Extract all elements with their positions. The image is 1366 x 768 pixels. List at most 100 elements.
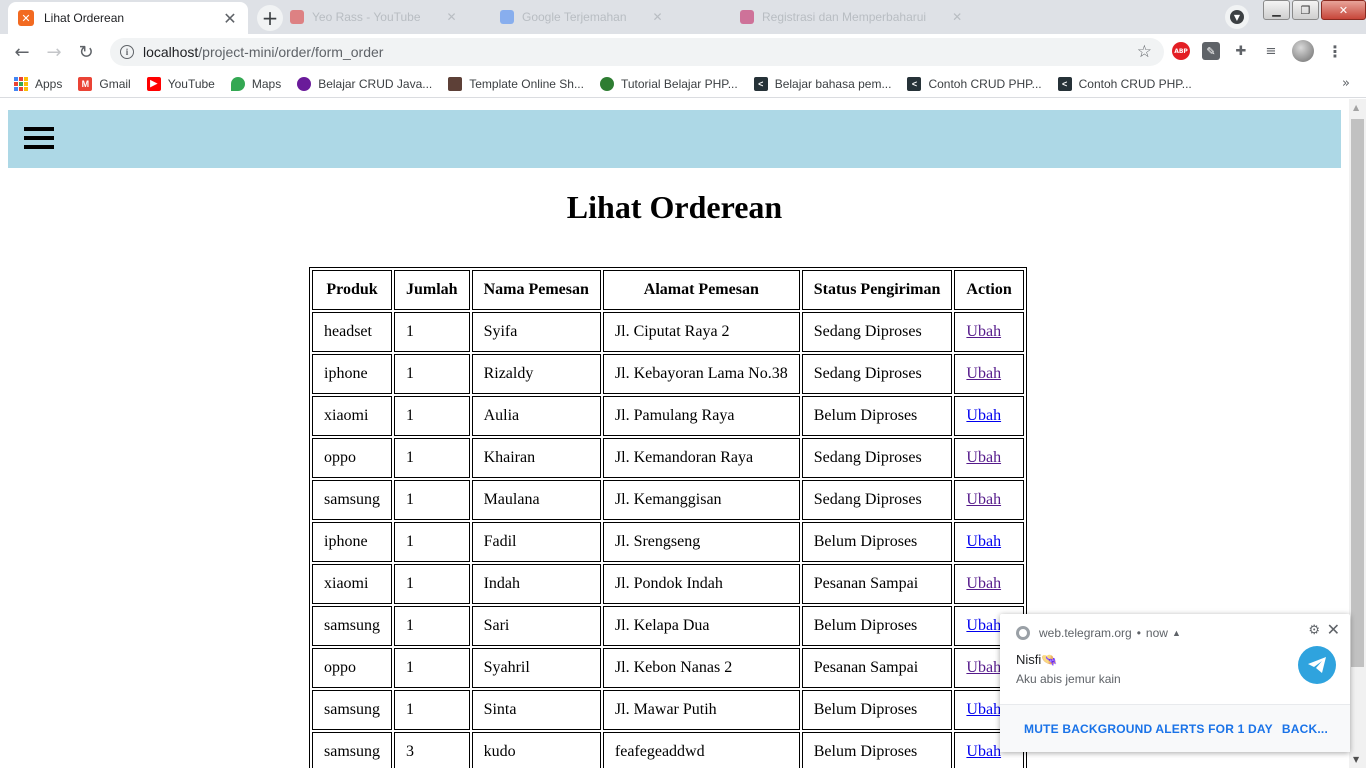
address-bar[interactable]: i localhost/project-mini/order/form_orde… [110, 38, 1164, 66]
bookmark-contoh-crud[interactable]: < Contoh CRUD PHP... [1057, 76, 1192, 91]
profile-avatar[interactable] [1292, 40, 1314, 62]
url-path: /project-mini/order/form_order [198, 44, 384, 60]
codepolitan-icon: < [753, 76, 768, 91]
site-icon [297, 76, 312, 91]
cell-action: Ubah [954, 354, 1024, 394]
cell-alamat-pemesan: Jl. Ciputat Raya 2 [602, 312, 800, 352]
background-tab[interactable]: Yeo Rass - YouTube ✕ [290, 8, 457, 26]
adblock-plus-icon[interactable]: ABP [1172, 42, 1190, 60]
tab-close-icon[interactable]: ✕ [447, 10, 457, 24]
emoji-icon: 👒 [1041, 652, 1058, 667]
kebab-menu-icon[interactable]: ⋮ [1326, 42, 1344, 61]
chevron-up-icon[interactable]: ▲ [1172, 628, 1181, 638]
cell-nama-pemesan: Indah [471, 564, 601, 604]
cell-action: Ubah [954, 480, 1024, 520]
cell-status-pengiriman: Pesanan Sampai [801, 564, 953, 604]
maximize-button[interactable]: ❐ [1292, 0, 1319, 20]
notification-actions: MUTE BACKGROUND ALERTS FOR 1 DAY BACK... [1000, 704, 1350, 752]
scroll-down-arrow-icon[interactable]: ▼ [1353, 755, 1359, 764]
ubah-link[interactable]: Ubah [966, 701, 1001, 718]
gear-icon[interactable]: ⚙ [1308, 622, 1320, 638]
bookmark-template[interactable]: Template Online Sh... [448, 76, 584, 91]
new-tab-button[interactable]: + [257, 5, 283, 31]
ubah-link[interactable]: Ubah [966, 743, 1001, 760]
tab-close-icon[interactable]: ✕ [653, 10, 663, 24]
ubah-link[interactable]: Ubah [966, 491, 1001, 508]
site-navbar [8, 110, 1341, 168]
pen-extension-icon[interactable]: ✎ [1202, 42, 1220, 60]
table-row: samsung 1 Maulana Jl. Kemanggisan Sedang Dip… [312, 480, 1024, 520]
table-row: headset 1 Syifa Jl. Ciputat Raya 2 Sedang Di… [312, 312, 1024, 352]
cell-status-pengiriman: Sedang Diproses [801, 312, 953, 352]
gmail-icon: M [78, 76, 93, 91]
info-icon[interactable]: i [120, 45, 134, 59]
bookmark-crud-java[interactable]: Belajar CRUD Java... [297, 76, 432, 91]
cell-jumlah: 1 [394, 480, 470, 520]
media-control-icon[interactable]: ≡ [1262, 42, 1280, 60]
ubah-link[interactable]: Ubah [966, 365, 1001, 382]
bookmark-maps[interactable]: Maps [230, 76, 281, 91]
ubah-link[interactable]: Ubah [966, 449, 1001, 466]
scroll-up-arrow-icon[interactable]: ▲ [1353, 103, 1359, 112]
bookmark-gmail[interactable]: M Gmail [78, 76, 131, 91]
ubah-link[interactable]: Ubah [966, 533, 1001, 550]
cell-alamat-pemesan: Jl. Pamulang Raya [602, 396, 800, 436]
chevron-right-icon[interactable]: » [1342, 76, 1350, 91]
bookmark-label: Contoh CRUD PHP... [1078, 76, 1192, 91]
vertical-scrollbar[interactable]: ▲ ▼ [1349, 99, 1366, 768]
site-icon [448, 76, 463, 91]
background-tab[interactable]: Registrasi dan Memperbaharui ✕ [740, 8, 962, 26]
bookmark-contoh-crud[interactable]: < Contoh CRUD PHP... [907, 76, 1042, 91]
cell-produk: samsung [312, 606, 392, 646]
back-button[interactable]: BACK... [1282, 722, 1328, 736]
cell-jumlah: 1 [394, 312, 470, 352]
cell-produk: headset [312, 312, 392, 352]
cell-nama-pemesan: Rizaldy [471, 354, 601, 394]
ubah-link[interactable]: Ubah [966, 323, 1001, 340]
mute-alerts-button[interactable]: MUTE BACKGROUND ALERTS FOR 1 DAY [1024, 722, 1273, 736]
cell-jumlah: 1 [394, 438, 470, 478]
tab-close-icon[interactable]: ✕ [952, 10, 962, 24]
cell-jumlah: 1 [394, 354, 470, 394]
notification-toast[interactable]: web.telegram.org • now ▲ ⚙ ✕ Nisfi👒 Aku … [1000, 614, 1350, 752]
ubah-link[interactable]: Ubah [966, 617, 1001, 634]
site-icon [599, 76, 614, 91]
ubah-link[interactable]: Ubah [966, 659, 1001, 676]
hamburger-menu-icon[interactable] [24, 127, 54, 151]
bookmark-youtube[interactable]: ▶ YouTube [146, 76, 215, 91]
ubah-link[interactable]: Ubah [966, 407, 1001, 424]
forward-arrow-icon[interactable]: → [40, 38, 68, 66]
bookmarks-bar: Apps M Gmail ▶ YouTube Maps Belajar CRUD… [0, 70, 1366, 98]
back-arrow-icon[interactable]: ← [8, 38, 36, 66]
table-row: oppo 1 Syahril Jl. Kebon Nanas 2 Pesanan Sam… [312, 648, 1024, 688]
notification-header: web.telegram.org • now ▲ [1016, 626, 1181, 640]
table-row: oppo 1 Khairan Jl. Kemandoran Raya Sedang Di… [312, 438, 1024, 478]
bookmark-tutorial-php[interactable]: Tutorial Belajar PHP... [599, 76, 738, 91]
reload-icon[interactable]: ↻ [72, 38, 100, 66]
minimize-button[interactable]: ▁ [1263, 0, 1290, 20]
cell-action: Ubah [954, 564, 1024, 604]
ubah-link[interactable]: Ubah [966, 575, 1001, 592]
table-row: samsung 3 kudo feafegeaddwd Belum Diproses Ub… [312, 732, 1024, 768]
cell-alamat-pemesan: Jl. Kelapa Dua [602, 606, 800, 646]
cell-produk: oppo [312, 648, 392, 688]
bookmark-apps[interactable]: Apps [14, 76, 62, 91]
background-tab[interactable]: Google Terjemahan ✕ [500, 8, 663, 26]
bookmark-belajar-bahasa[interactable]: < Belajar bahasa pem... [753, 76, 891, 91]
cell-jumlah: 1 [394, 564, 470, 604]
tab-active[interactable]: ✕ Lihat Orderean ✕ [8, 2, 248, 34]
notification-time: now [1145, 626, 1168, 640]
extensions-area: ABP ✎ ✚ ≡ ⋮ [1172, 40, 1344, 62]
tab-search-button[interactable]: ▼ [1225, 5, 1249, 29]
cell-jumlah: 1 [394, 396, 470, 436]
bookmark-star-icon[interactable]: ☆ [1137, 42, 1152, 62]
cell-alamat-pemesan: Jl. Kemanggisan [602, 480, 800, 520]
cell-produk: xiaomi [312, 396, 392, 436]
close-icon[interactable]: ✕ [1327, 620, 1340, 640]
puzzle-extensions-icon[interactable]: ✚ [1232, 42, 1250, 60]
xampp-favicon-icon: ✕ [18, 10, 34, 26]
close-window-button[interactable]: ✕ [1321, 0, 1366, 20]
tab-close-icon[interactable]: ✕ [222, 9, 238, 28]
scrollbar-thumb[interactable] [1351, 119, 1364, 667]
cell-alamat-pemesan: Jl. Kebayoran Lama No.38 [602, 354, 800, 394]
